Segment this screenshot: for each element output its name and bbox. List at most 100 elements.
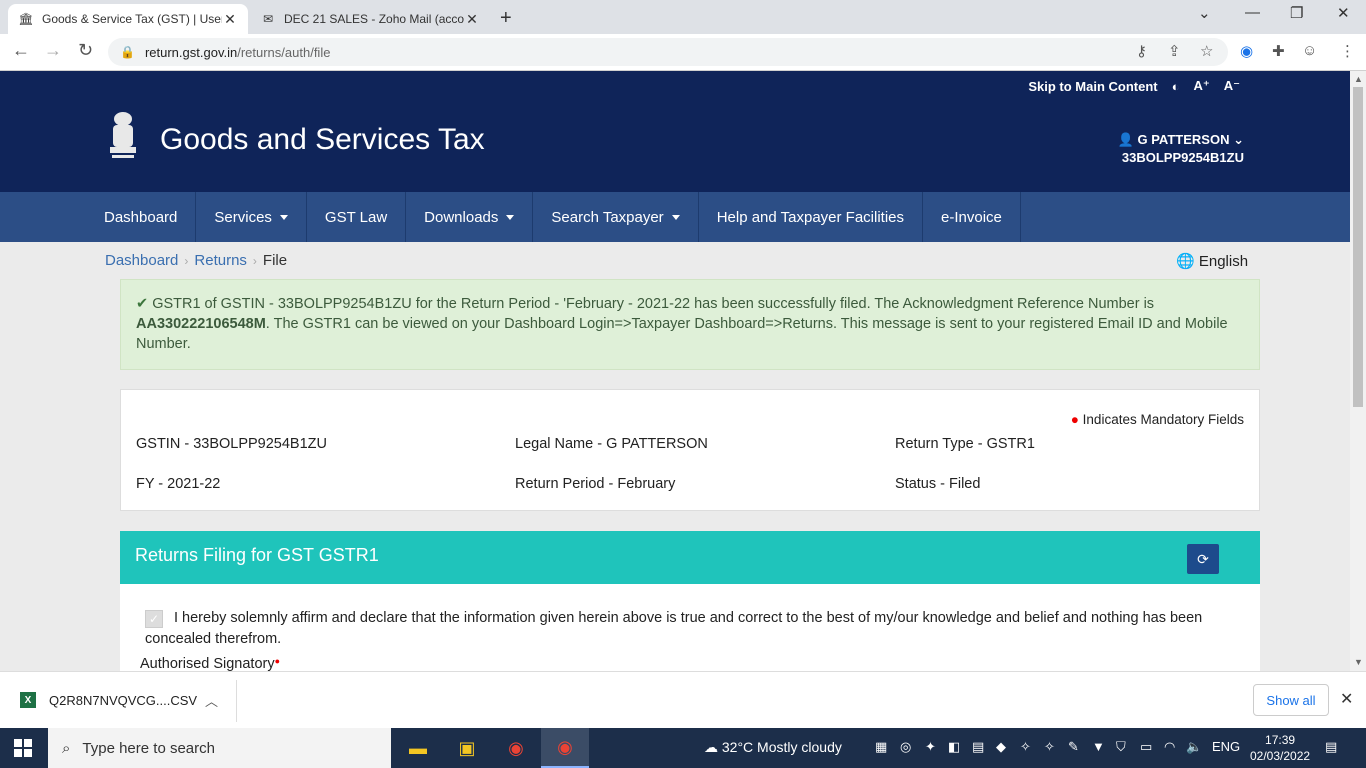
tray-app-icon[interactable]: ▼ (1092, 739, 1105, 754)
nav-help[interactable]: Help and Taxpayer Facilities (699, 192, 924, 242)
browser-toolbar: ← → ↻ 🔒 return.gst.gov.in/returns/auth/f… (0, 34, 1366, 71)
close-icon[interactable]: ✕ (1340, 689, 1353, 709)
bookmark-star-icon[interactable]: ☆ (1200, 42, 1213, 60)
lock-icon: 🔒 (120, 45, 135, 59)
notifications-icon[interactable]: ▤ (1325, 739, 1337, 755)
clock-date: 02/03/2022 (1250, 749, 1311, 763)
chrome-active-icon[interactable]: ◉ (541, 728, 589, 768)
tab-zoho-mail[interactable]: ✉ DEC 21 SALES - Zoho Mail (accou ✕ (250, 4, 490, 34)
divider (236, 680, 237, 722)
new-tab-plus-icon[interactable]: + (500, 7, 512, 30)
language-selector[interactable]: 🌐 English (1176, 252, 1248, 270)
file-explorer-icon[interactable]: ▬ (394, 728, 442, 768)
tray-app-icon[interactable]: ✧ (1044, 739, 1055, 755)
nav-label: Search Taxpayer (551, 208, 664, 226)
scroll-up-icon[interactable]: ▲ (1354, 74, 1363, 84)
gst-page: Skip to Main Content ◐ A⁺ A⁻ Goods and S… (0, 71, 1350, 671)
breadcrumb-dashboard[interactable]: Dashboard (105, 252, 178, 269)
chevron-up-icon[interactable]: ︿ (205, 691, 218, 710)
nav-e-invoice[interactable]: e-Invoice (923, 192, 1021, 242)
shield-icon[interactable]: ⛉ (1116, 739, 1126, 755)
tray-app-icon[interactable]: ◎ (900, 739, 911, 755)
info-status: Status - Filed (895, 476, 981, 492)
breadcrumb: Dashboard › Returns › File (105, 252, 287, 269)
extension-icon[interactable]: ◉ (1240, 42, 1253, 60)
caret-down-icon (506, 214, 515, 220)
show-all-button[interactable]: Show all (1253, 684, 1329, 716)
breadcrumb-separator-icon: › (252, 253, 257, 268)
tray-app-icon[interactable]: ◆ (996, 739, 1006, 755)
nav-gst-law[interactable]: GST Law (307, 192, 407, 242)
user-name: G PATTERSON (1137, 132, 1230, 147)
app-icon[interactable]: ▣ (443, 728, 491, 768)
nav-label: Downloads (424, 208, 499, 226)
nav-label: Services (214, 208, 272, 226)
download-bar: X Q2R8N7NVQVCG....CSV ︿ Show all ✕ (0, 671, 1366, 728)
nav-search-taxpayer[interactable]: Search Taxpayer (533, 192, 699, 242)
tray-app-icon[interactable]: ✧ (1020, 739, 1031, 755)
scroll-thumb[interactable] (1353, 87, 1363, 407)
tab-gst[interactable]: 🏛 Goods & Service Tax (GST) | User ✕ (8, 4, 248, 34)
download-file-name[interactable]: Q2R8N7NVQVCG....CSV (49, 693, 197, 708)
close-window-icon[interactable]: ✕ (1337, 4, 1350, 22)
taskbar-search-input[interactable]: ⌕ Type here to search (48, 728, 391, 768)
tray-app-icon[interactable]: ✎ (1068, 739, 1079, 755)
puzzle-extensions-icon[interactable]: ✚ (1272, 42, 1285, 60)
tray-app-icon[interactable]: ✦ (925, 739, 936, 755)
nav-downloads[interactable]: Downloads (406, 192, 534, 242)
check-circle-icon: ✔ (136, 296, 149, 312)
battery-icon[interactable]: ▭ (1140, 739, 1152, 755)
share-icon[interactable]: ⇪ (1168, 42, 1181, 60)
back-arrow-icon[interactable]: ← (12, 40, 30, 61)
scroll-down-icon[interactable]: ▼ (1354, 657, 1363, 667)
mail-favicon-icon: ✉ (262, 12, 274, 26)
key-icon[interactable]: ⚷ (1136, 42, 1147, 60)
tray-app-icon[interactable]: ▦ (875, 739, 887, 755)
page-scrollbar[interactable]: ▲ ▼ (1350, 71, 1366, 671)
font-decrease-button[interactable]: A⁻ (1224, 78, 1240, 94)
site-header: Goods and Services Tax 👤 G PATTERSON ⌄ 3… (0, 101, 1350, 192)
refresh-button[interactable]: ⟳ (1187, 544, 1219, 574)
mandatory-note: ● Indicates Mandatory Fields (1071, 412, 1244, 427)
font-increase-button[interactable]: A⁺ (1194, 78, 1210, 94)
address-bar[interactable]: 🔒 return.gst.gov.in/returns/auth/file (108, 38, 1228, 66)
tab-title: DEC 21 SALES - Zoho Mail (accou (284, 12, 464, 26)
user-menu[interactable]: 👤 G PATTERSON ⌄ 33BOLPP9254B1ZU (1118, 131, 1244, 167)
profile-avatar-icon[interactable]: ☺ (1302, 42, 1317, 59)
caret-down-icon (671, 214, 680, 220)
close-icon[interactable]: ✕ (222, 11, 238, 28)
skip-to-main-link[interactable]: Skip to Main Content (1028, 79, 1157, 94)
nav-label: Dashboard (104, 208, 178, 226)
ack-number: AA330222106548M (136, 316, 266, 332)
contrast-icon[interactable]: ◐ (1172, 79, 1180, 94)
search-icon: ⌕ (62, 739, 71, 757)
forward-arrow-icon[interactable]: → (44, 40, 62, 61)
taskbar-clock[interactable]: 17:39 02/03/2022 (1250, 732, 1310, 764)
nav-dashboard[interactable]: Dashboard (86, 192, 197, 242)
required-dot-icon: ● (1070, 412, 1079, 427)
close-icon[interactable]: ✕ (464, 11, 480, 28)
alert-text-after: . The GSTR1 can be viewed on your Dashbo… (136, 316, 1228, 352)
volume-icon[interactable]: 🔈 (1186, 739, 1202, 755)
weather-widget[interactable]: ☁ 32°C Mostly cloudy (704, 739, 842, 756)
accessibility-bar: Skip to Main Content ◐ A⁺ A⁻ (0, 71, 1350, 101)
success-alert: ✔ GSTR1 of GSTIN - 33BOLPP9254B1ZU for t… (120, 279, 1260, 370)
input-language[interactable]: ENG (1212, 739, 1240, 754)
minimize-icon[interactable]: — (1245, 4, 1260, 21)
kebab-menu-icon[interactable]: ⋮ (1340, 42, 1355, 60)
restore-icon[interactable]: ❐ (1290, 4, 1303, 22)
search-placeholder: Type here to search (82, 739, 215, 757)
breadcrumb-returns[interactable]: Returns (194, 252, 247, 269)
windows-start-icon[interactable] (14, 739, 32, 757)
reload-icon[interactable]: ↻ (78, 40, 93, 61)
chevron-down-icon: ⌄ (1233, 132, 1244, 147)
chrome-icon[interactable]: ◉ (492, 728, 540, 768)
info-return-period: Return Period - February (515, 476, 676, 492)
tab-search-chevron-icon[interactable]: ⌄ (1198, 4, 1211, 22)
wifi-icon[interactable]: ◠ (1164, 739, 1175, 755)
tray-app-icon[interactable]: ▤ (972, 739, 984, 755)
nav-services[interactable]: Services (196, 192, 307, 242)
tray-app-icon[interactable]: ◧ (948, 739, 960, 755)
globe-icon: 🌐 (1176, 253, 1195, 270)
info-return-type: Return Type - GSTR1 (895, 436, 1035, 452)
